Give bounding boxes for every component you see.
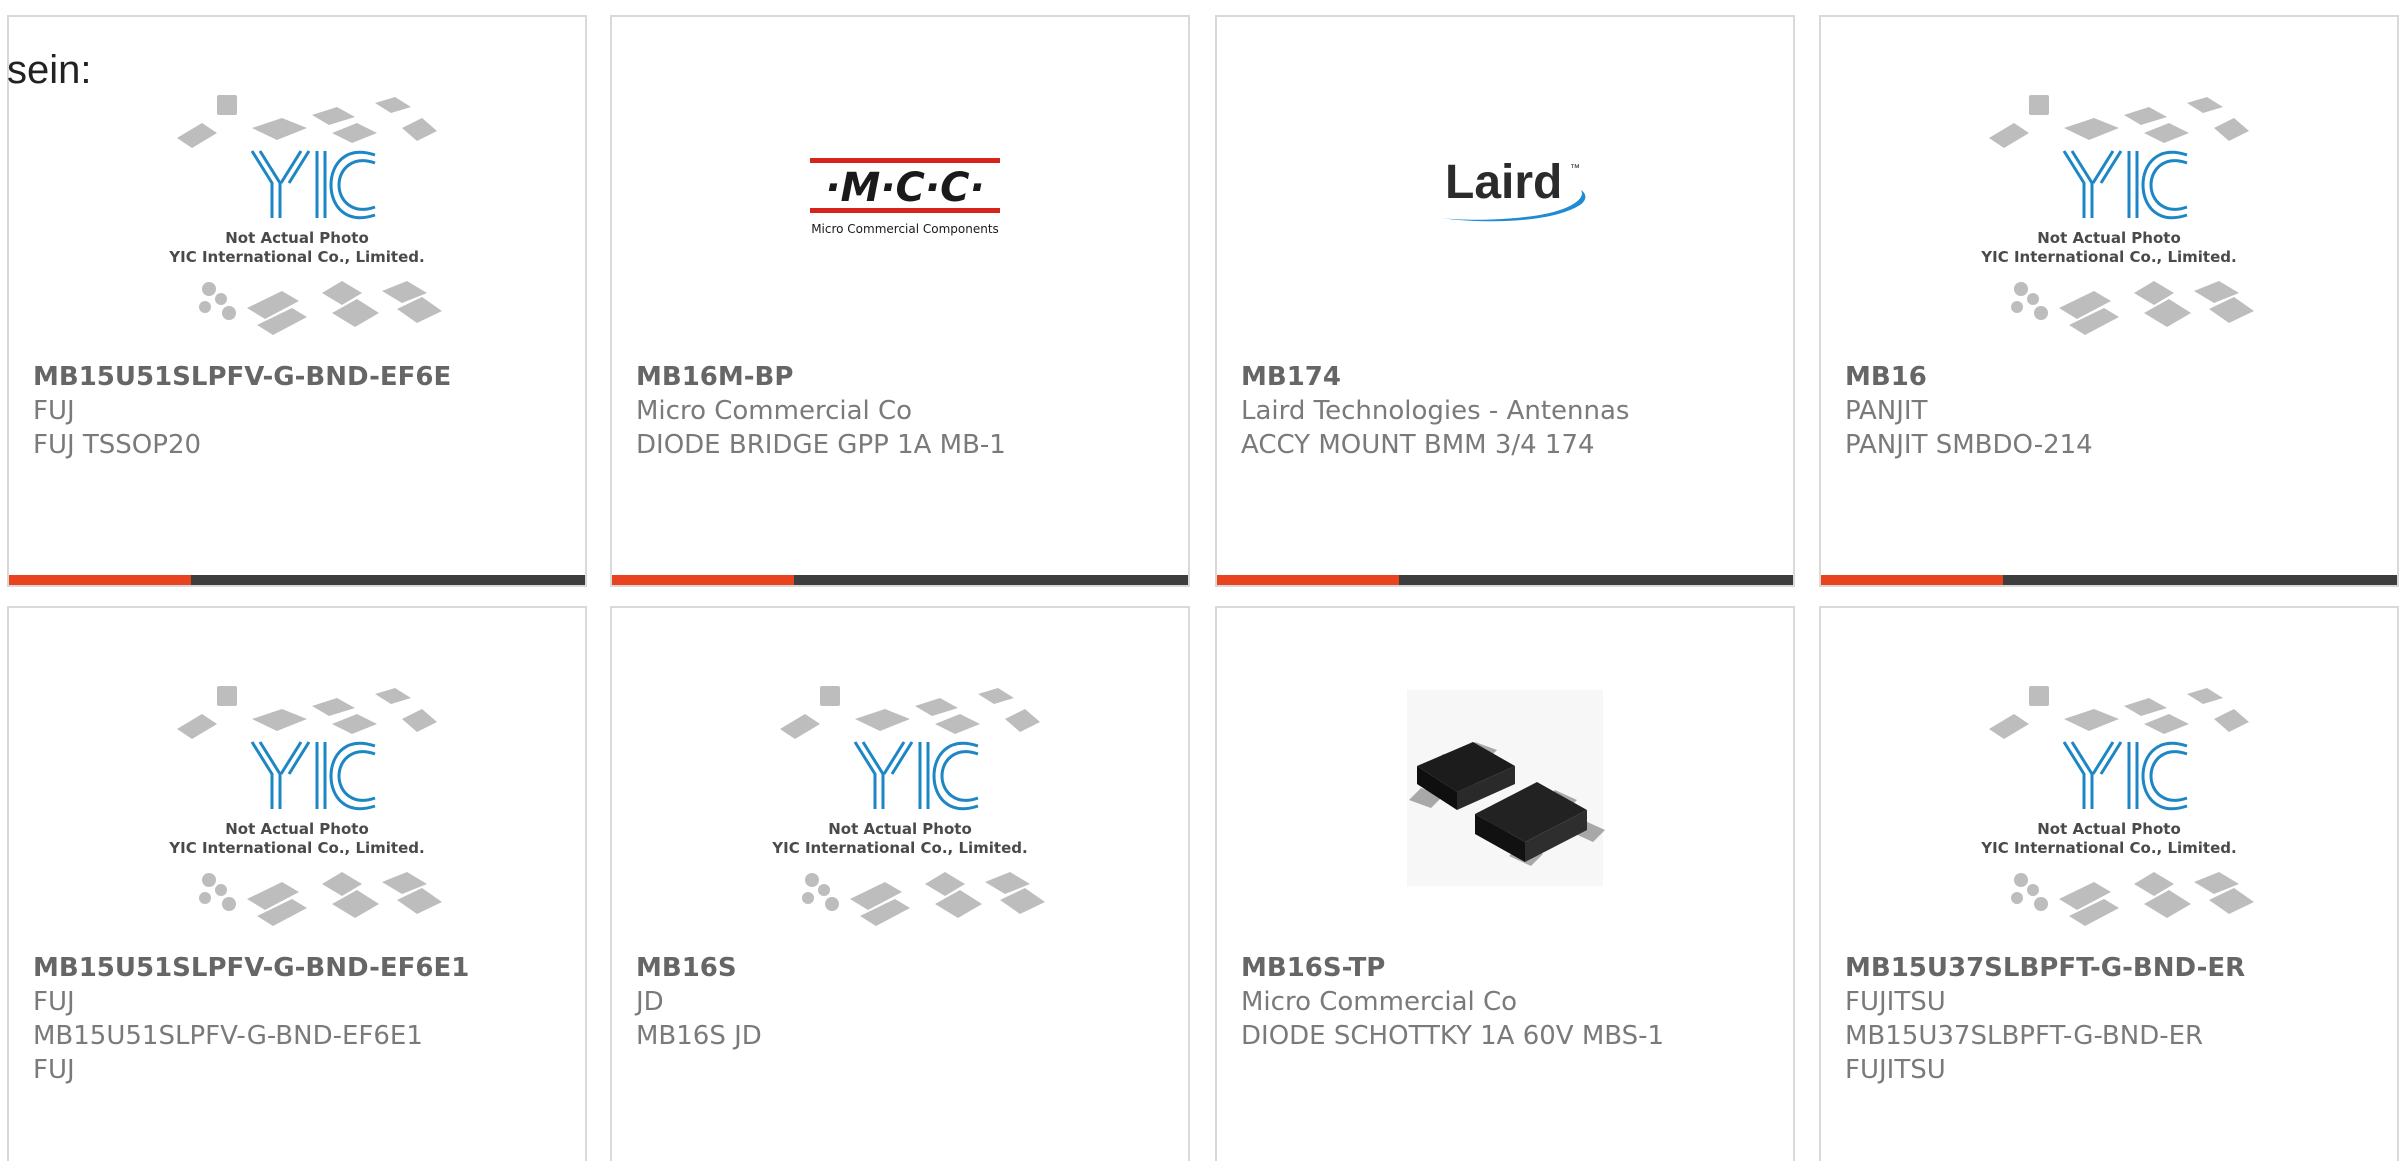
product-card[interactable]: MB16S-TP Micro Commercial Co DIODE SCHOT… (1215, 606, 1795, 1161)
product-image[interactable]: Not Actual Photo YIC International Co., … (9, 684, 585, 974)
description: MB15U37SLBPFT-G-BND-ER (1845, 1021, 2204, 1051)
product-image[interactable]: Laird ™ (1217, 93, 1793, 383)
placeholder-caption-line1: Not Actual Photo (2037, 820, 2181, 838)
part-number-link[interactable]: MB16 (1845, 360, 2377, 394)
description: FUJ TSSOP20 (33, 430, 202, 460)
card-bottom-bar (612, 575, 1188, 585)
card-bottom-accent (612, 575, 794, 585)
product-image[interactable]: ·M·C·C· Micro Commercial Components (612, 93, 1188, 383)
product-info: MB16S-TP Micro Commercial Co DIODE SCHOT… (1241, 951, 1773, 1053)
placeholder-caption-line1: Not Actual Photo (2037, 229, 2181, 247)
description-extra: FUJITSU (1845, 1055, 1946, 1085)
part-number-link[interactable]: MB15U51SLPFV-G-BND-EF6E (33, 360, 565, 394)
description: MB16S JD (636, 1021, 762, 1051)
product-card[interactable]: Laird ™ MB174 Laird Technologies - Anten… (1215, 15, 1795, 587)
description: MB15U51SLPFV-G-BND-EF6E1 (33, 1021, 423, 1051)
description: DIODE BRIDGE GPP 1A MB-1 (636, 430, 1006, 460)
placeholder-caption-line2: YIC International Co., Limited. (1980, 248, 2236, 266)
description: DIODE SCHOTTKY 1A 60V MBS-1 (1241, 1021, 1665, 1051)
placeholder-caption-line1: Not Actual Photo (828, 820, 972, 838)
product-info: MB16 PANJIT PANJIT SMBDO-214 (1845, 360, 2377, 462)
mcc-logo: ·M·C·C· Micro Commercial Components (810, 158, 1000, 236)
product-info: MB15U51SLPFV-G-BND-EF6E1 FUJ MB15U51SLPF… (33, 951, 565, 1087)
product-info: MB15U51SLPFV-G-BND-EF6E FUJ FUJ TSSOP20 (33, 360, 565, 462)
part-number-link[interactable]: MB174 (1241, 360, 1773, 394)
yic-not-actual-photo-image: Not Actual Photo YIC International Co., … (168, 95, 442, 335)
product-grid: Not Actual Photo YIC International Co., … (7, 15, 2400, 1161)
product-image[interactable]: Not Actual Photo YIC International Co., … (1821, 684, 2397, 974)
mcc-logo-name: ·M·C·C· (825, 165, 984, 211)
yic-not-actual-photo-image: Not Actual Photo YIC International Co., … (1980, 95, 2254, 335)
laird-logo: Laird ™ (1440, 156, 1586, 222)
yic-not-actual-photo-image: Not Actual Photo YIC International Co., … (1980, 686, 2254, 926)
product-card[interactable]: Not Actual Photo YIC International Co., … (7, 606, 587, 1161)
part-number-link[interactable]: MB16S-TP (1241, 951, 1773, 985)
intro-text: sein: (7, 48, 92, 92)
card-bottom-accent (1217, 575, 1399, 585)
placeholder-caption-line1: Not Actual Photo (225, 229, 369, 247)
part-number-link[interactable]: MB16M-BP (636, 360, 1168, 394)
manufacturer: FUJITSU (1845, 987, 1946, 1017)
product-image[interactable] (1217, 684, 1793, 974)
laird-logo-tm: ™ (1570, 163, 1580, 174)
manufacturer: FUJ (33, 987, 75, 1017)
manufacturer: Laird Technologies - Antennas (1241, 396, 1630, 426)
manufacturer: PANJIT (1845, 396, 1928, 426)
part-number-link[interactable]: MB15U51SLPFV-G-BND-EF6E1 (33, 951, 565, 985)
product-image[interactable]: Not Actual Photo YIC International Co., … (612, 684, 1188, 974)
product-info: MB16S JD MB16S JD (636, 951, 1168, 1053)
placeholder-caption-line1: Not Actual Photo (225, 820, 369, 838)
placeholder-caption-line2: YIC International Co., Limited. (771, 839, 1027, 857)
product-image[interactable]: Not Actual Photo YIC International Co., … (1821, 93, 2397, 383)
card-bottom-bar (1821, 575, 2397, 585)
yic-not-actual-photo-image: Not Actual Photo YIC International Co., … (168, 686, 442, 926)
product-image[interactable]: Not Actual Photo YIC International Co., … (9, 93, 585, 383)
product-card[interactable]: Not Actual Photo YIC International Co., … (610, 606, 1190, 1161)
placeholder-caption-line2: YIC International Co., Limited. (168, 248, 424, 266)
description: ACCY MOUNT BMM 3/4 174 (1241, 430, 1595, 460)
manufacturer: JD (636, 987, 664, 1017)
product-card[interactable]: ·M·C·C· Micro Commercial Components MB16… (610, 15, 1190, 587)
placeholder-caption-line2: YIC International Co., Limited. (168, 839, 424, 857)
card-bottom-bar (9, 575, 585, 585)
product-card[interactable]: Not Actual Photo YIC International Co., … (1819, 606, 2399, 1161)
manufacturer: Micro Commercial Co (636, 396, 913, 426)
description: PANJIT SMBDO-214 (1845, 430, 2093, 460)
description-extra: FUJ (33, 1055, 75, 1085)
mcc-logo-tagline: Micro Commercial Components (811, 222, 999, 236)
product-card[interactable]: Not Actual Photo YIC International Co., … (1819, 15, 2399, 587)
product-info: MB16M-BP Micro Commercial Co DIODE BRIDG… (636, 360, 1168, 462)
product-info: MB15U37SLBPFT-G-BND-ER FUJITSU MB15U37SL… (1845, 951, 2377, 1087)
product-info: MB174 Laird Technologies - Antennas ACCY… (1241, 360, 1773, 462)
chip-photo (1407, 690, 1605, 886)
part-number-link[interactable]: MB16S (636, 951, 1168, 985)
manufacturer: Micro Commercial Co (1241, 987, 1518, 1017)
yic-not-actual-photo-image: Not Actual Photo YIC International Co., … (771, 686, 1045, 926)
card-bottom-bar (1217, 575, 1793, 585)
manufacturer: FUJ (33, 396, 75, 426)
laird-logo-name: Laird (1445, 156, 1562, 209)
card-bottom-accent (1821, 575, 2003, 585)
part-number-link[interactable]: MB15U37SLBPFT-G-BND-ER (1845, 951, 2377, 985)
product-card[interactable]: Not Actual Photo YIC International Co., … (7, 15, 587, 587)
placeholder-caption-line2: YIC International Co., Limited. (1980, 839, 2236, 857)
card-bottom-accent (9, 575, 191, 585)
